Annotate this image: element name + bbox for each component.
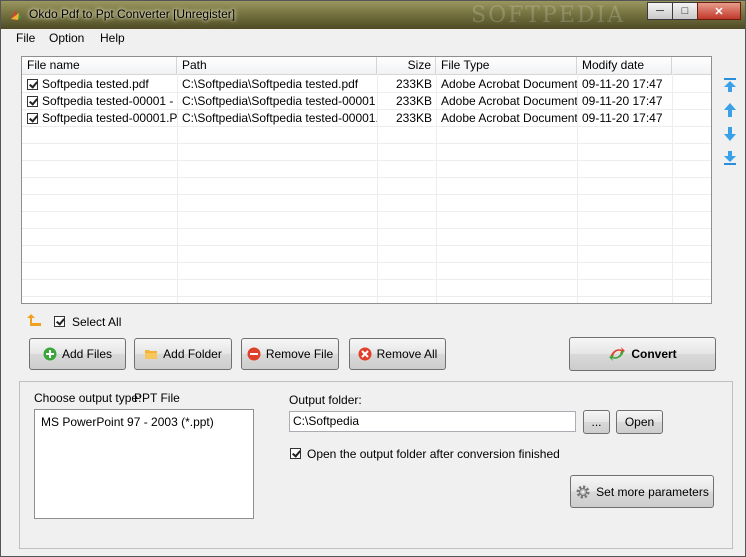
path-cell: C:\Softpedia\Softpedia tested.pdf	[182, 77, 359, 91]
move-bottom-icon[interactable]	[723, 150, 737, 166]
file-name-cell: Softpedia tested-00001 - ...	[42, 94, 177, 108]
plus-icon	[43, 347, 57, 361]
file-name-cell: Softpedia tested-00001.P...	[42, 111, 177, 125]
table-row[interactable]: Softpedia tested.pdf C:\Softpedia\Softpe…	[22, 76, 711, 93]
x-circle-icon	[358, 347, 372, 361]
open-after-label[interactable]: Open the output folder after conversion …	[307, 447, 560, 461]
menu-option[interactable]: Option	[49, 31, 84, 45]
minus-icon	[247, 347, 261, 361]
date-cell: 09-11-20 17:47	[582, 94, 663, 108]
convert-icon	[609, 347, 626, 361]
maximize-button[interactable]: □	[672, 2, 698, 20]
minimize-button[interactable]: ─	[647, 2, 673, 20]
menu-bar: File Option Help	[2, 29, 744, 48]
add-files-button[interactable]: Add Files	[29, 338, 126, 370]
gear-icon	[576, 485, 590, 498]
output-folder-input[interactable]: C:\Softpedia	[289, 411, 576, 432]
size-cell: 233KB	[395, 94, 432, 108]
select-all-checkbox[interactable]	[54, 316, 65, 327]
up-folder-icon[interactable]	[27, 313, 43, 327]
output-type-list[interactable]: MS PowerPoint 97 - 2003 (*.ppt)	[34, 409, 254, 519]
file-name-cell: Softpedia tested.pdf	[42, 77, 149, 91]
output-folder-label: Output folder:	[289, 393, 362, 407]
watermark-text: SOFTPEDIA	[471, 3, 626, 28]
move-down-icon[interactable]	[723, 126, 737, 142]
window-title: Okdo Pdf to Ppt Converter [Unregister]	[29, 7, 236, 21]
list-header: File name Path Size File Type Modify dat…	[22, 57, 711, 75]
move-up-icon[interactable]	[723, 102, 737, 118]
file-type-cell: Adobe Acrobat Document	[441, 77, 577, 91]
column-path[interactable]: Path	[177, 57, 377, 74]
path-cell: C:\Softpedia\Softpedia tested-00001....	[182, 111, 377, 125]
remove-all-label: Remove All	[376, 347, 438, 361]
file-type-cell: Adobe Acrobat Document	[441, 94, 577, 108]
title-bar[interactable]: Okdo Pdf to Ppt Converter [Unregister] S…	[1, 1, 745, 29]
output-type-option[interactable]: MS PowerPoint 97 - 2003 (*.ppt)	[41, 415, 214, 429]
file-type-cell: Adobe Acrobat Document	[441, 111, 577, 125]
remove-file-button[interactable]: Remove File	[241, 338, 339, 370]
app-icon	[11, 10, 21, 20]
column-size[interactable]: Size	[377, 57, 436, 74]
date-cell: 09-11-20 17:47	[582, 77, 663, 91]
move-top-icon[interactable]	[723, 77, 737, 93]
convert-button[interactable]: Convert	[569, 337, 716, 371]
column-modify-date[interactable]: Modify date	[577, 57, 672, 74]
main-window: Okdo Pdf to Ppt Converter [Unregister] S…	[0, 0, 746, 557]
table-row[interactable]: Softpedia tested-00001.P... C:\Softpedia…	[22, 110, 711, 127]
size-cell: 233KB	[395, 111, 432, 125]
close-button[interactable]: ✕	[697, 2, 741, 20]
browse-button[interactable]: ...	[583, 410, 610, 434]
add-folder-label: Add Folder	[163, 347, 222, 361]
table-row[interactable]: Softpedia tested-00001 - ... C:\Softpedi…	[22, 93, 711, 110]
output-type-value: PPT File	[134, 391, 180, 405]
open-folder-button[interactable]: Open	[616, 410, 663, 434]
set-more-parameters-button[interactable]: Set more parameters	[570, 475, 714, 508]
size-cell: 233KB	[395, 77, 432, 91]
path-cell: C:\Softpedia\Softpedia tested-00001 ...	[182, 94, 377, 108]
file-list[interactable]: File name Path Size File Type Modify dat…	[21, 56, 712, 304]
select-all-label[interactable]: Select All	[72, 315, 121, 329]
open-after-checkbox[interactable]	[290, 448, 301, 459]
remove-file-label: Remove File	[265, 347, 334, 361]
column-file-name[interactable]: File name	[22, 57, 177, 74]
menu-file[interactable]: File	[16, 31, 35, 45]
date-cell: 09-11-20 17:47	[582, 111, 663, 125]
column-file-type[interactable]: File Type	[436, 57, 577, 74]
convert-label: Convert	[631, 347, 677, 361]
add-files-label: Add Files	[61, 347, 113, 361]
remove-all-button[interactable]: Remove All	[349, 338, 446, 370]
menu-help[interactable]: Help	[100, 31, 125, 45]
add-folder-button[interactable]: Add Folder	[134, 338, 232, 370]
folder-icon	[145, 350, 158, 359]
output-type-label: Choose output type:	[34, 391, 142, 405]
set-more-parameters-label: Set more parameters	[596, 484, 709, 499]
